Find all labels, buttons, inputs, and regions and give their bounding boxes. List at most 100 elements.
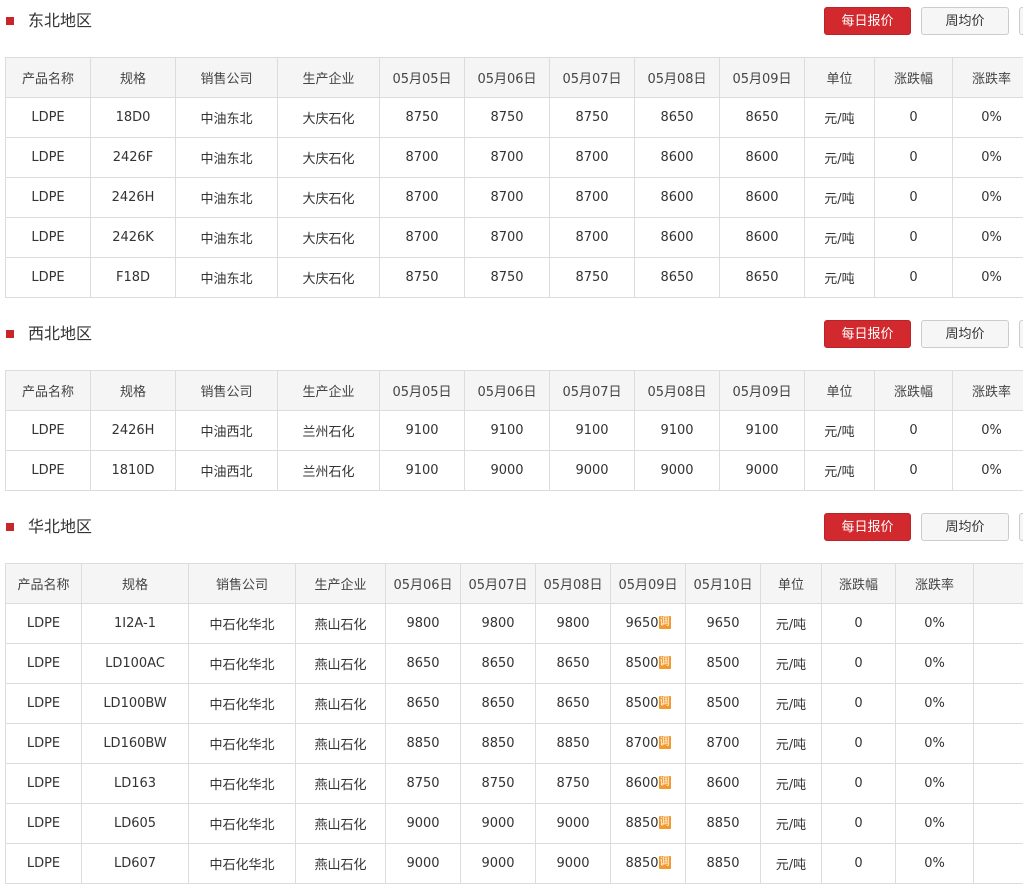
table-cell: 燕山石化 (296, 644, 386, 684)
table-cell: 18D0 (91, 98, 176, 138)
table-cell (974, 764, 1023, 804)
product-name-link[interactable]: LDPE (6, 138, 91, 178)
column-header: 05月10日 (686, 564, 761, 604)
column-header: 05月06日 (465, 58, 550, 98)
price-cell: 8700 (465, 138, 550, 178)
weekly-average-button[interactable]: 周均价 (921, 320, 1009, 348)
table-cell: 元/吨 (761, 684, 822, 724)
column-header: 产品名称 (6, 564, 82, 604)
product-name-link[interactable]: LDPE (6, 604, 82, 644)
region-section-northwest: 西北地区 每日报价 周均价 产品名称规格销售公司生产企业05月05日05月06日… (0, 313, 1023, 353)
table-cell: LD163 (82, 764, 189, 804)
table-cell: 元/吨 (805, 98, 875, 138)
product-name-link[interactable]: LDPE (6, 764, 82, 804)
price-cell: 9800 (386, 604, 461, 644)
table-cell: 中油东北 (176, 218, 278, 258)
column-header: 产品名称 (6, 371, 91, 411)
more-button[interactable] (1019, 320, 1023, 348)
product-name-link[interactable]: LDPE (6, 258, 91, 298)
column-header: 05月09日 (611, 564, 686, 604)
table-cell: 0 (875, 451, 953, 491)
price-cell: 8650 (536, 684, 611, 724)
table-cell: 0% (896, 844, 974, 884)
table-cell: 0% (953, 98, 1023, 138)
column-header: 05月07日 (550, 58, 635, 98)
column-header: 规格 (82, 564, 189, 604)
product-name-link[interactable]: LDPE (6, 844, 82, 884)
table-cell: 0 (875, 218, 953, 258)
daily-quote-button[interactable]: 每日报价 (824, 7, 911, 35)
table-cell: 0% (953, 178, 1023, 218)
table-cell: 中油西北 (176, 451, 278, 491)
section-title: 西北地区 (28, 323, 92, 345)
price-cell: 8750 (550, 258, 635, 298)
column-header: 生产企业 (296, 564, 386, 604)
column-header: 涨跌率 (953, 371, 1023, 411)
table-row: LDPE1I2A-1中石化华北燕山石化9800980098009650调9650… (6, 604, 1023, 644)
product-name-link[interactable]: LDPE (6, 411, 91, 451)
column-header: 05月06日 (386, 564, 461, 604)
table-row: LDPELD160BW中石化华北燕山石化8850885088508700调870… (6, 724, 1023, 764)
table-row: LDPE2426K中油东北大庆石化87008700870086008600元/吨… (6, 218, 1023, 258)
product-name-link[interactable]: LDPE (6, 178, 91, 218)
price-cell: 8500调 (611, 684, 686, 724)
product-name-link[interactable]: LDPE (6, 724, 82, 764)
table-cell: LD160BW (82, 724, 189, 764)
table-cell: 0% (896, 604, 974, 644)
column-header: 05月05日 (380, 371, 465, 411)
column-header: 05月08日 (635, 58, 720, 98)
price-cell: 8850 (686, 804, 761, 844)
price-cell: 8850 (386, 724, 461, 764)
column-header: 销售公司 (176, 58, 278, 98)
table-cell: 2426H (91, 411, 176, 451)
table-cell: LD100AC (82, 644, 189, 684)
product-name-link[interactable]: LDPE (6, 644, 82, 684)
table-cell: 燕山石化 (296, 804, 386, 844)
product-name-link[interactable]: LDPE (6, 218, 91, 258)
table-cell: 0 (822, 804, 896, 844)
price-cell: 8750 (465, 258, 550, 298)
adjust-price-icon: 调 (659, 616, 671, 629)
weekly-average-button[interactable]: 周均价 (921, 7, 1009, 35)
more-button[interactable] (1019, 513, 1023, 541)
product-name-link[interactable]: LDPE (6, 804, 82, 844)
product-name-link[interactable]: LDPE (6, 451, 91, 491)
section-title: 东北地区 (28, 10, 92, 32)
price-cell: 8850 (536, 724, 611, 764)
daily-quote-button[interactable]: 每日报价 (824, 513, 911, 541)
column-header: 单位 (805, 371, 875, 411)
column-header: 05月05日 (380, 58, 465, 98)
section-marker-icon (6, 17, 14, 25)
section-header: 华北地区 每日报价 周均价 (0, 506, 1023, 546)
table-cell: 元/吨 (761, 604, 822, 644)
price-cell: 9000 (720, 451, 805, 491)
table-cell: 0% (896, 644, 974, 684)
table-cell: 中油东北 (176, 178, 278, 218)
price-cell: 9100 (635, 411, 720, 451)
table-row: LDPELD605中石化华北燕山石化9000900090008850调8850元… (6, 804, 1023, 844)
price-value: 8700 (625, 736, 658, 751)
table-cell: 燕山石化 (296, 844, 386, 884)
table-cell: 0 (875, 98, 953, 138)
price-value: 8500 (625, 696, 658, 711)
table-cell: 0 (822, 724, 896, 764)
product-name-link[interactable]: LDPE (6, 684, 82, 724)
more-button[interactable] (1019, 7, 1023, 35)
column-header: 05月08日 (536, 564, 611, 604)
table-cell: 0 (822, 764, 896, 804)
table-cell: 0% (953, 258, 1023, 298)
weekly-average-button[interactable]: 周均价 (921, 513, 1009, 541)
daily-quote-button[interactable]: 每日报价 (824, 320, 911, 348)
table-cell: 燕山石化 (296, 764, 386, 804)
price-cell: 9000 (386, 804, 461, 844)
column-header: 涨跌率 (953, 58, 1023, 98)
table-header-row: 产品名称规格销售公司生产企业05月05日05月06日05月07日05月08日05… (6, 371, 1023, 411)
table-cell: 0% (953, 451, 1023, 491)
table-cell: F18D (91, 258, 176, 298)
price-value: 8500 (625, 656, 658, 671)
product-name-link[interactable]: LDPE (6, 98, 91, 138)
price-cell: 8500调 (611, 644, 686, 684)
price-cell: 8700 (465, 218, 550, 258)
table-cell: 1810D (91, 451, 176, 491)
column-header: 05月07日 (461, 564, 536, 604)
